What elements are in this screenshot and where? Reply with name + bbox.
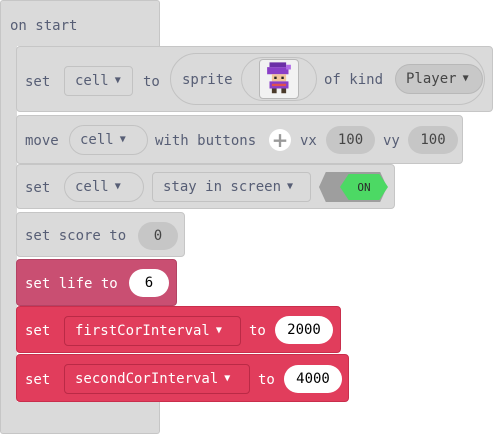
sprite-flag-dropdown[interactable]: stay in screen ▼ [152, 172, 311, 202]
set-sprite-block[interactable]: set cell ▼ to sprite of kind Player ▼ [16, 46, 493, 112]
sprite-image-field[interactable] [241, 57, 317, 101]
chevron-down-icon: ▼ [215, 325, 222, 336]
to-label: to [258, 372, 275, 388]
chevron-down-icon: ▼ [462, 73, 469, 84]
set-label: set [25, 180, 51, 196]
sprite-variable-dropdown[interactable]: cell ▼ [64, 66, 133, 96]
sprite-kind-value: Player [406, 71, 457, 87]
sprite-image-preview [259, 59, 299, 99]
on-start-block[interactable]: on start [0, 0, 160, 46]
second-interval-value-input[interactable]: 4000 [284, 365, 342, 393]
plus-icon[interactable]: + [269, 129, 291, 151]
first-interval-variable-dropdown[interactable]: firstCorInterval ▼ [64, 316, 241, 346]
chevron-down-icon: ▼ [224, 373, 231, 384]
sprite-create-reporter[interactable]: sprite of kind Player ▼ [170, 53, 485, 105]
flag-variable-dropdown[interactable]: cell ▼ [64, 172, 144, 202]
move-variable-dropdown[interactable]: cell ▼ [69, 125, 148, 155]
set-label: set [25, 323, 51, 339]
first-interval-value-input[interactable]: 2000 [275, 316, 333, 344]
sprite-flag-value: stay in screen [163, 179, 282, 195]
life-value-input[interactable]: 6 [129, 269, 169, 297]
set-flag-block[interactable]: set cell ▼ stay in screen ▼ ON [16, 164, 395, 209]
set-score-label: set score to [25, 228, 127, 244]
chevron-down-icon: ▼ [287, 181, 294, 192]
variable-name: cell [75, 73, 109, 89]
on-start-block-spine [0, 45, 17, 405]
with-buttons-label: with buttons [155, 133, 257, 149]
chevron-down-icon: ▼ [114, 75, 121, 86]
set-second-interval-block[interactable]: set secondCorInterval ▼ to 4000 [16, 354, 349, 402]
to-label: to [143, 74, 160, 90]
set-score-block[interactable]: set score to 0 [16, 212, 185, 257]
variable-name: cell [80, 132, 114, 148]
variable-name: firstCorInterval [75, 323, 210, 339]
set-life-label: set life to [25, 276, 118, 292]
on-start-block-footer [0, 402, 160, 434]
sprite-kind-dropdown[interactable]: Player ▼ [395, 64, 483, 94]
set-label: set [25, 372, 51, 388]
variable-name: secondCorInterval [75, 371, 219, 387]
player-sprite-icon [267, 62, 291, 94]
set-life-block[interactable]: set life to 6 [16, 259, 177, 306]
vy-label: vy [383, 133, 400, 149]
move-label: move [25, 133, 59, 149]
to-label: to [249, 323, 266, 339]
vy-input[interactable]: 100 [408, 126, 458, 154]
set-first-interval-block[interactable]: set firstCorInterval ▼ to 2000 [16, 306, 341, 353]
chevron-down-icon: ▼ [114, 181, 121, 192]
chevron-down-icon: ▼ [119, 134, 126, 145]
second-interval-variable-dropdown[interactable]: secondCorInterval ▼ [64, 364, 250, 394]
set-label: set [25, 74, 51, 90]
toggle-on-state: ON [340, 174, 388, 200]
vx-input[interactable]: 100 [326, 126, 375, 154]
on-start-label: on start [10, 18, 78, 34]
score-value-input[interactable]: 0 [138, 222, 178, 250]
vx-label: vx [300, 133, 317, 149]
sprite-label: sprite [182, 72, 233, 88]
move-with-buttons-block[interactable]: move cell ▼ with buttons + vx 100 vy 100 [16, 115, 463, 164]
variable-name: cell [75, 179, 109, 195]
of-kind-label: of kind [324, 72, 384, 88]
